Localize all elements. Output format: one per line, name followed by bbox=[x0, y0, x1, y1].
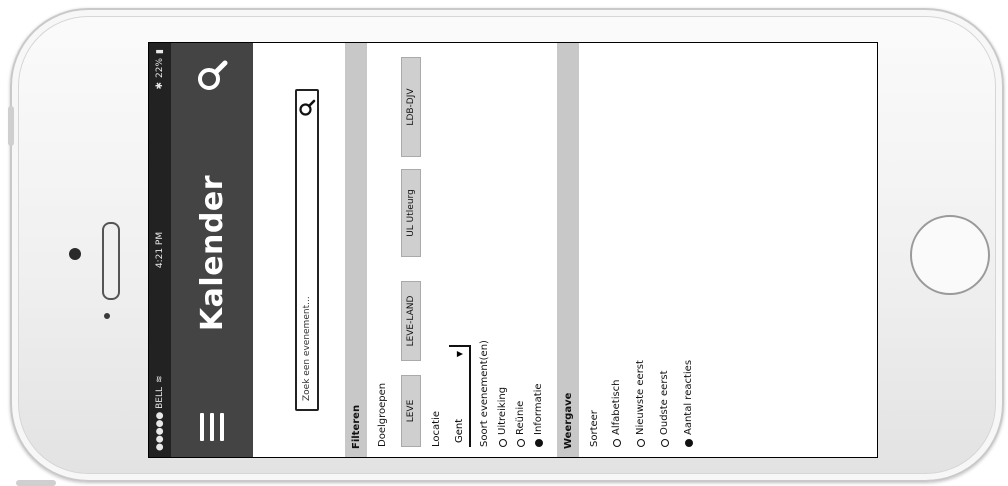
search-input[interactable]: Zoek een evenement... bbox=[295, 89, 319, 411]
type-option-label: Informatie bbox=[533, 383, 544, 435]
page-title: Kalender bbox=[194, 174, 230, 332]
sort-option-reacties[interactable]: Aantal reacties bbox=[683, 360, 694, 447]
sort-option-label: Oudste eerst bbox=[659, 370, 670, 435]
chip-utleurg[interactable]: UL Utleurg bbox=[401, 169, 421, 257]
radio-icon bbox=[660, 439, 669, 447]
sort-option-label: Nieuwste eerst bbox=[635, 360, 646, 435]
chip-leve-land[interactable]: LEVE-LAND bbox=[401, 281, 421, 361]
wifi-icon: ≋ bbox=[155, 375, 165, 383]
sort-label: Sorteer bbox=[589, 410, 600, 447]
bluetooth-icon: ✱ bbox=[155, 81, 165, 90]
power-button bbox=[16, 480, 56, 486]
radio-icon bbox=[636, 439, 645, 447]
main-content: Zoek een evenement... Filteren Doelgroep… bbox=[253, 43, 877, 457]
filter-section-header: Filteren bbox=[345, 43, 367, 457]
phone-screen: ●●●●● BELL ≋ 4:21 PM ✱ 22% ▮ Kalender Zo… bbox=[148, 42, 878, 458]
view-section-header: Weergave bbox=[557, 43, 579, 457]
event-type-label: Soort evenement(en) bbox=[479, 340, 490, 447]
chip-leve[interactable]: LEVE bbox=[401, 375, 421, 447]
groups-label: Doelgroepen bbox=[377, 382, 388, 447]
checkbox-icon bbox=[516, 439, 525, 447]
chevron-down-icon: ▼ bbox=[455, 351, 464, 358]
sort-option-alfabetisch[interactable]: Alfabetisch bbox=[611, 379, 622, 447]
battery-icon: ▮ bbox=[155, 49, 165, 54]
home-button[interactable] bbox=[910, 215, 990, 295]
app-viewport: ●●●●● BELL ≋ 4:21 PM ✱ 22% ▮ Kalender Zo… bbox=[149, 43, 877, 457]
carrier-label: ●●●●● BELL bbox=[155, 386, 165, 451]
search-placeholder: Zoek een evenement... bbox=[302, 296, 312, 401]
sort-option-oudste[interactable]: Oudste eerst bbox=[659, 370, 670, 447]
front-camera-icon bbox=[69, 248, 81, 260]
search-icon[interactable] bbox=[195, 59, 229, 93]
checkbox-checked-icon bbox=[534, 439, 543, 447]
volume-button bbox=[8, 106, 14, 146]
menu-icon[interactable] bbox=[200, 413, 224, 441]
type-option-label: Reünie bbox=[515, 400, 526, 435]
sort-option-nieuwste[interactable]: Nieuwste eerst bbox=[635, 360, 646, 447]
location-select[interactable]: Gent ▼ bbox=[449, 345, 471, 447]
app-header: Kalender bbox=[171, 43, 253, 457]
sort-option-label: Aantal reacties bbox=[683, 359, 694, 435]
location-label: Locatie bbox=[431, 411, 442, 447]
radio-icon bbox=[612, 439, 621, 447]
chip-ldb-djv[interactable]: LDB-DJV bbox=[401, 57, 421, 157]
type-option-reunie[interactable]: Reünie bbox=[515, 401, 526, 447]
search-field-icon[interactable] bbox=[298, 99, 316, 117]
type-option-informatie[interactable]: Informatie bbox=[533, 383, 544, 447]
type-option-label: Uitreiking bbox=[497, 386, 508, 435]
speaker-grille bbox=[102, 222, 120, 300]
radio-selected-icon bbox=[684, 439, 693, 447]
type-option-uitreiking[interactable]: Uitreiking bbox=[497, 387, 508, 447]
sort-option-label: Alfabetisch bbox=[611, 379, 622, 435]
location-value: Gent bbox=[453, 418, 465, 443]
battery-percent: 22% bbox=[155, 57, 165, 78]
proximity-sensor bbox=[104, 313, 110, 319]
checkbox-icon bbox=[498, 439, 507, 447]
status-bar: ●●●●● BELL ≋ 4:21 PM ✱ 22% ▮ bbox=[149, 43, 171, 457]
